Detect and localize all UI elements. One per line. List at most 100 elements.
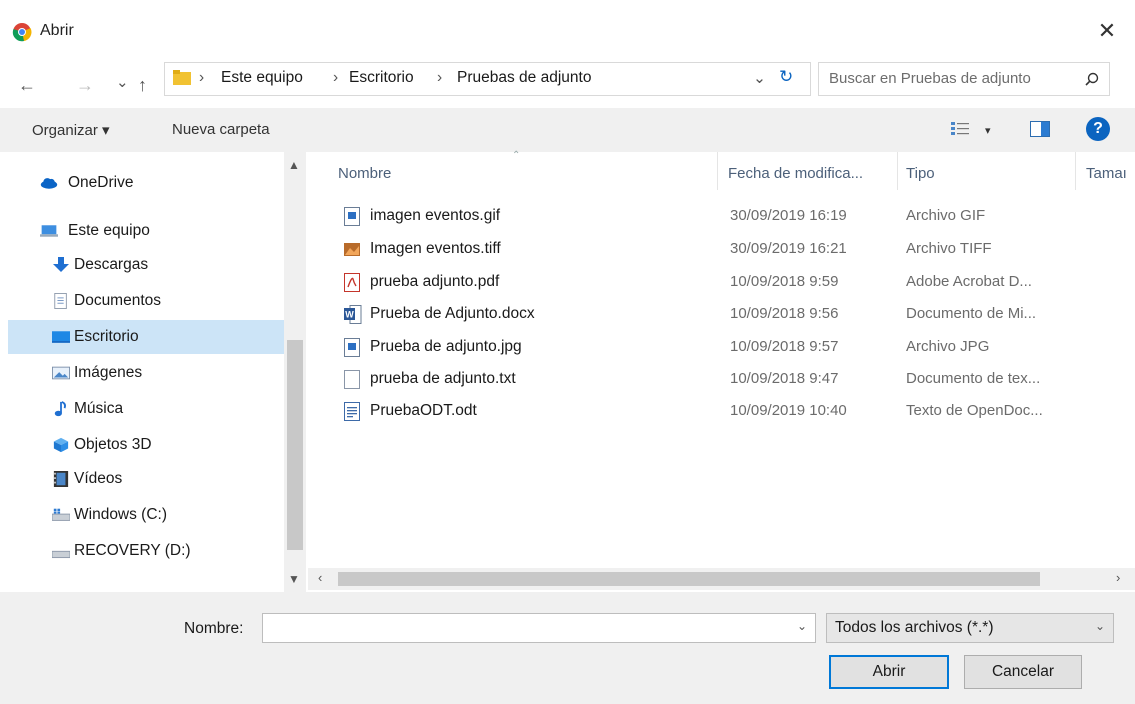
address-bar[interactable]: › Este equipo › Escritorio › Pruebas de … [164,62,811,96]
view-dropdown-icon[interactable]: ▾ [985,124,991,137]
scroll-left-icon[interactable]: ‹ [318,570,322,585]
column-divider[interactable] [897,152,898,190]
file-name: prueba adjunto.pdf [370,273,500,290]
back-arrow-icon[interactable]: ← [18,75,36,96]
file-name: imagen eventos.gif [370,207,501,224]
address-dropdown-icon[interactable]: ⌄ [753,69,766,88]
file-date: 10/09/2018 9:57 [730,338,839,355]
sidebar-item-label: Vídeos [74,470,123,487]
horizontal-scroll-thumb[interactable] [338,572,1040,586]
forward-arrow-icon[interactable]: → [76,75,94,96]
sidebar-scroll-thumb[interactable] [287,340,303,550]
breadcrumb-item-escritorio[interactable]: Escritorio [349,69,414,87]
sidebar-item-objetos-3d[interactable]: Objetos 3D [10,428,280,462]
image-file-icon [344,207,360,226]
file-type-filter-value: Todos los archivos (*.*) [835,619,994,636]
sidebar-item-recovery-d[interactable]: RECOVERY (D:) [10,534,280,568]
sidebar-item-label: RECOVERY (D:) [74,542,191,559]
music-icon [54,401,66,417]
file-row[interactable]: W Prueba de Adjunto.docx 10/09/2018 9:56… [338,302,1118,328]
sidebar-item-este-equipo[interactable]: Este equipo [10,214,280,248]
sidebar-item-label: Documentos [74,292,162,309]
file-date: 30/09/2019 16:21 [730,240,847,257]
column-divider[interactable] [1075,152,1076,190]
close-button[interactable]: ✕ [1093,17,1121,45]
view-options-icon[interactable] [951,121,969,137]
sidebar-item-musica[interactable]: Música [10,392,280,426]
pdf-file-icon [344,273,360,292]
search-placeholder: Buscar en Pruebas de adjunto [829,70,1031,87]
recent-locations-icon[interactable]: ⌄ [116,73,129,91]
file-row[interactable]: PruebaODT.odt 10/09/2019 10:40 Texto de … [338,399,1118,425]
chevron-down-icon[interactable]: ⌄ [797,619,807,633]
svg-text:W: W [345,310,354,320]
file-type: Archivo GIF [906,207,986,224]
sidebar-item-escritorio[interactable]: Escritorio [8,320,284,354]
breadcrumb-item-este-equipo[interactable]: Este equipo [221,69,303,87]
open-button[interactable]: Abrir [829,655,949,689]
odt-file-icon [344,402,360,421]
title-bar [0,0,1135,58]
file-row[interactable]: Imagen eventos.tiff 30/09/2019 16:21 Arc… [338,237,1118,263]
file-date: 10/09/2018 9:47 [730,370,839,387]
folder-icon [173,70,191,85]
pictures-icon [52,366,70,380]
scroll-up-icon[interactable]: ▲ [288,158,300,172]
column-divider[interactable] [717,152,718,190]
file-name-label: Nombre: [184,620,244,637]
file-row[interactable]: prueba adjunto.pdf 10/09/2018 9:59 Adobe… [338,270,1118,296]
file-name: prueba de adjunto.txt [370,370,516,387]
sidebar-item-label: Escritorio [74,328,139,345]
navigation-pane: OneDrive Este equipo Descargas Documento… [0,152,308,592]
file-type-filter[interactable]: Todos los archivos (*.*) ⌄ [826,613,1114,643]
sidebar-item-label: Este equipo [68,222,150,239]
column-header-date[interactable]: Fecha de modifica... [728,165,863,182]
column-header-size[interactable]: Tamaı [1086,165,1135,182]
file-date: 30/09/2019 16:19 [730,207,847,224]
sidebar-item-onedrive[interactable]: OneDrive [10,166,280,200]
sidebar-item-videos[interactable]: Vídeos [10,462,280,496]
sidebar-item-descargas[interactable]: Descargas [10,248,280,282]
preview-pane-icon[interactable] [1030,121,1050,137]
column-header-type[interactable]: Tipo [906,165,935,182]
image-file-icon [344,338,360,357]
download-icon [53,257,69,272]
help-icon[interactable]: ? [1086,117,1110,141]
breadcrumb-separator: › [437,69,443,86]
column-header-name[interactable]: Nombre [338,165,391,182]
file-name: Prueba de Adjunto.docx [370,305,535,322]
cancel-button[interactable]: Cancelar [964,655,1082,689]
cloud-icon [40,178,58,189]
refresh-icon[interactable]: ↻ [779,67,793,87]
sidebar-item-label: Descargas [74,256,149,273]
file-row[interactable]: imagen eventos.gif 30/09/2019 16:19 Arch… [338,204,1118,230]
drive-icon [52,550,70,559]
scroll-right-icon[interactable]: › [1116,570,1120,585]
file-type: Archivo TIFF [906,240,992,257]
text-file-icon [344,370,360,389]
photo-file-icon [344,243,360,256]
file-type: Documento de Mi... [906,305,1037,322]
file-row[interactable]: Prueba de adjunto.jpg 10/09/2018 9:57 Ar… [338,335,1118,361]
up-arrow-icon[interactable]: ↑ [138,75,147,96]
video-icon [53,471,69,487]
file-date: 10/09/2018 9:59 [730,273,839,290]
chrome-icon [12,23,32,42]
organize-menu-button[interactable]: Organizar ▾ [32,121,110,139]
breadcrumb-separator: › [333,69,339,86]
sidebar-item-documentos[interactable]: Documentos [10,284,280,318]
search-icon [1085,72,1099,86]
desktop-icon [52,331,70,343]
file-type: Archivo JPG [906,338,990,355]
scroll-down-icon[interactable]: ▼ [288,572,300,586]
new-folder-button[interactable]: Nueva carpeta [172,121,270,138]
breadcrumb-item-pruebas[interactable]: Pruebas de adjunto [457,69,591,87]
sidebar-item-label: OneDrive [68,174,134,191]
file-name-input[interactable]: ⌄ [262,613,816,643]
sidebar-item-windows-c[interactable]: Windows (C:) [10,498,280,532]
sidebar-item-imagenes[interactable]: Imágenes [10,356,280,390]
file-name: Prueba de adjunto.jpg [370,338,522,355]
chevron-down-icon[interactable]: ⌄ [1095,619,1105,633]
search-field[interactable]: Buscar en Pruebas de adjunto [818,62,1110,96]
file-row[interactable]: prueba de adjunto.txt 10/09/2018 9:47 Do… [338,367,1118,393]
